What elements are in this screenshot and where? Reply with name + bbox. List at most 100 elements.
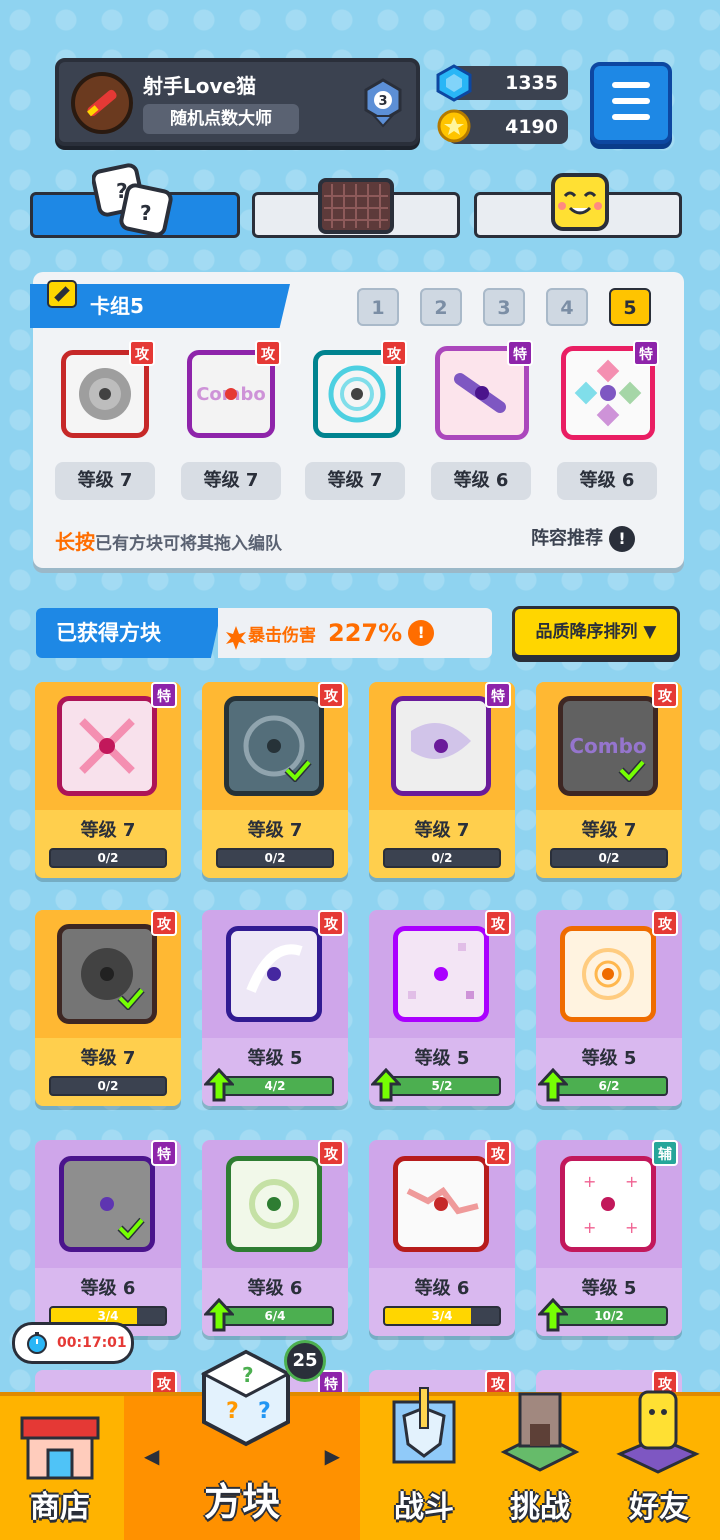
card-progress: 0/2 — [383, 848, 501, 868]
check-icon — [618, 759, 646, 782]
upgrade-arrow-icon[interactable] — [204, 1298, 234, 1332]
svg-text:+: + — [583, 1218, 596, 1237]
dice-card[interactable]: 攻 等级 7 0/2 — [35, 910, 181, 1106]
acquired-title: 已获得方块 — [36, 608, 222, 658]
dice-card[interactable]: + + + + 辅 等级 5 10/2 — [536, 1140, 682, 1336]
sparkle-dice-icon: + + + + — [560, 1156, 656, 1252]
stopwatch-icon — [27, 1332, 47, 1354]
deck-number-5[interactable]: 5 — [609, 288, 651, 326]
dice-cube-icon: ??? — [200, 1349, 292, 1447]
player-name: 射手Love猫 — [143, 74, 257, 98]
slash-dice-icon — [226, 926, 322, 1022]
card-level: 等级 5 — [581, 1048, 637, 1069]
player-title: 随机点数大师 — [143, 104, 299, 134]
support-badge: 辅 — [652, 1140, 678, 1166]
upgrade-arrow-icon[interactable] — [371, 1068, 401, 1102]
deck-card-level: 等级 7 — [305, 462, 405, 500]
dice-card[interactable]: 攻 等级 5 4/2 — [202, 910, 348, 1106]
dice-card[interactable]: 攻 等级 6 3/4 — [369, 1140, 515, 1336]
nav-friends-label: 好友 — [629, 1490, 689, 1525]
timer-badge[interactable]: 00:17:01 — [12, 1322, 134, 1364]
crit-info-icon: ! — [408, 620, 435, 646]
ghost-dice-icon — [391, 696, 491, 796]
svg-text:?: ? — [242, 1363, 254, 1387]
deck-card-5[interactable]: 特 — [557, 336, 661, 444]
shop-icon — [20, 1416, 100, 1480]
check-icon — [117, 987, 145, 1010]
player-profile[interactable]: 射手Love猫 随机点数大师 3 — [55, 58, 420, 146]
card-level: 等级 7 — [80, 820, 136, 841]
deck-card-3[interactable]: 攻 — [305, 336, 409, 444]
card-level: 等级 6 — [414, 1278, 470, 1299]
upgrade-arrow-icon[interactable] — [538, 1298, 568, 1332]
deck-panel: 卡组5 1 2 3 4 5 攻 Combo 攻 攻 特 特 等级 7 等 — [30, 272, 684, 568]
attack-badge: 攻 — [652, 910, 678, 936]
nav-friends[interactable]: 好友 — [598, 1390, 720, 1540]
crack-dice-icon — [393, 1156, 489, 1252]
dice-card[interactable]: 攻 等级 6 6/4 — [202, 1140, 348, 1336]
card-progress: 0/2 — [49, 1076, 167, 1096]
nav-next-arrow[interactable]: ▶ — [325, 1444, 340, 1468]
nav-shop[interactable]: 商店 — [0, 1396, 120, 1540]
dice-card[interactable]: 攻 等级 5 5/2 — [369, 910, 515, 1106]
deck-card-level: 等级 7 — [181, 462, 281, 500]
deck-card-2[interactable]: Combo 攻 — [179, 336, 283, 444]
menu-button[interactable] — [590, 62, 672, 144]
deck-card-4[interactable]: 特 — [431, 336, 535, 444]
nav-dice[interactable]: ??? ◀ ▶ 方块 — [124, 1349, 360, 1540]
deck-number-1[interactable]: 1 — [357, 288, 399, 326]
sort-dropdown[interactable]: 品质降序排列 ▼ — [512, 606, 680, 658]
hint-keyword: 长按 — [55, 530, 95, 554]
attack-badge: 攻 — [652, 682, 678, 708]
special-badge: 特 — [485, 682, 511, 708]
timer-text: 00:17:01 — [57, 1335, 127, 1351]
dice-card[interactable]: 特 等级 7 0/2 — [35, 682, 181, 878]
crit-label: 暴击伤害 — [248, 626, 316, 646]
attack-badge: 攻 — [255, 340, 281, 366]
dice-card[interactable]: 特 等级 7 0/2 — [369, 682, 515, 878]
pixel-dice-icon — [393, 926, 489, 1022]
bottom-nav: 商店 ??? ◀ ▶ 方块 战斗 挑战 好友 — [0, 1349, 720, 1540]
smile-emote-icon — [550, 172, 610, 232]
card-progress: 0/2 — [49, 848, 167, 868]
crit-damage-info[interactable]: 暴击伤害 227%! — [218, 608, 492, 658]
deck-card-1[interactable]: 攻 — [53, 336, 157, 444]
crit-value: 227% — [328, 619, 403, 647]
dice-card[interactable]: 特 等级 6 3/4 — [35, 1140, 181, 1336]
svg-text:?: ? — [140, 201, 152, 225]
menu-icon — [612, 82, 650, 88]
nav-prev-arrow[interactable]: ◀ — [144, 1444, 159, 1468]
card-level: 等级 5 — [581, 1278, 637, 1299]
edit-deck-icon[interactable] — [47, 280, 77, 308]
avatar — [71, 72, 133, 134]
upgrade-arrow-icon[interactable] — [538, 1068, 568, 1102]
battle-shield-icon — [392, 1387, 456, 1464]
svg-text:Combo: Combo — [569, 734, 646, 758]
attack-badge: 攻 — [129, 340, 155, 366]
deck-card-level: 等级 6 — [557, 462, 657, 500]
special-badge: 特 — [151, 682, 177, 708]
nav-battle[interactable]: 战斗 — [364, 1387, 484, 1540]
deck-number-3[interactable]: 3 — [483, 288, 525, 326]
deck-hint: 长按已有方块可将其拖入编队 — [55, 526, 282, 555]
nav-challenge[interactable]: 挑战 — [484, 1392, 596, 1540]
poison-dice-icon — [226, 1156, 322, 1252]
deck-number-4[interactable]: 4 — [546, 288, 588, 326]
recommend-button[interactable]: 阵容推荐! — [531, 524, 635, 552]
dice-card[interactable]: 攻 等级 5 6/2 — [536, 910, 682, 1106]
dice-card[interactable]: 攻 等级 7 0/2 — [202, 682, 348, 878]
card-level: 等级 6 — [80, 1278, 136, 1299]
rank-medal-icon: 3 — [362, 78, 404, 128]
attack-badge: 攻 — [151, 910, 177, 936]
deck-number-2[interactable]: 2 — [420, 288, 462, 326]
nav-shop-label: 商店 — [30, 1490, 90, 1525]
dice-card[interactable]: Combo 攻 等级 7 0/2 — [536, 682, 682, 878]
card-level: 等级 5 — [247, 1048, 303, 1069]
card-level: 等级 7 — [80, 1048, 136, 1069]
card-level: 等级 6 — [247, 1278, 303, 1299]
card-level: 等级 7 — [581, 820, 637, 841]
upgrade-arrow-icon[interactable] — [204, 1068, 234, 1102]
dice-count-badge: 25 — [284, 1340, 326, 1382]
special-badge: 特 — [507, 340, 533, 366]
attack-badge: 攻 — [318, 682, 344, 708]
